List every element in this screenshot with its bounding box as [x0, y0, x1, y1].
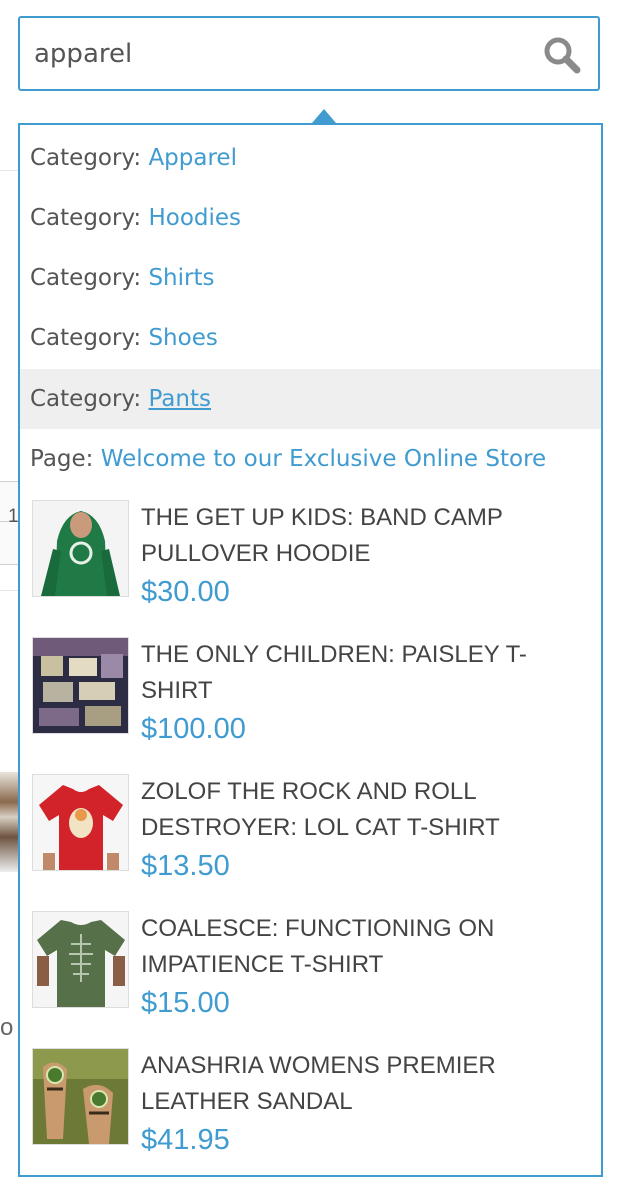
suggestion-page-welcome[interactable]: Page: Welcome to our Exclusive Online St… [20, 429, 601, 489]
background-product-image [0, 772, 18, 872]
product-result[interactable]: THE GET UP KIDS: BAND CAMP PULLOVER HOOD… [20, 500, 601, 637]
product-result[interactable]: ANASHRIA WOMENS PREMIER LEATHER SANDAL $… [20, 1048, 601, 1185]
product-name[interactable]: THE ONLY CHILDREN: PAISLEY T-SHIRT [141, 637, 581, 709]
product-name[interactable]: THE GET UP KIDS: BAND CAMP PULLOVER HOOD… [141, 500, 581, 572]
product-result[interactable]: COALESCE: FUNCTIONING ON IMPATIENCE T-SH… [20, 911, 601, 1048]
search-box [18, 16, 600, 91]
suggestion-kind: Category: [30, 205, 149, 231]
product-price: $13.50 [141, 850, 230, 882]
suggestion-kind: Category: [30, 325, 149, 351]
product-thumbnail[interactable] [32, 911, 129, 1008]
product-thumbnail[interactable] [32, 500, 129, 597]
paisley-tshirt-image [33, 638, 128, 733]
background-text-fragment: o [0, 1014, 14, 1041]
product-price: $15.00 [141, 987, 230, 1019]
suggestion-category-pants[interactable]: Category: Pants [20, 369, 601, 429]
product-thumbnail[interactable] [32, 774, 129, 871]
suggestion-kind: Category: [30, 386, 149, 412]
search-input[interactable] [34, 35, 534, 73]
suggestion-kind: Page: [30, 446, 101, 472]
dropdown-pointer [312, 109, 336, 123]
suggestion-category-shoes[interactable]: Category: Shoes [20, 308, 601, 368]
suggestion-link[interactable]: Welcome to our Exclusive Online Store [101, 446, 546, 472]
suggestion-category-shirts[interactable]: Category: Shirts [20, 248, 601, 308]
product-result[interactable]: THE ONLY CHILDREN: PAISLEY T-SHIRT $100.… [20, 637, 601, 774]
suggestion-link[interactable]: Shirts [148, 265, 214, 291]
green-hoodie-image [33, 501, 128, 596]
suggestion-link[interactable]: Shoes [148, 325, 217, 351]
product-result[interactable]: ZOLOF THE ROCK AND ROLL DESTROYER: LOL C… [20, 774, 601, 911]
suggestion-link[interactable]: Apparel [148, 145, 237, 171]
sandals-image [33, 1049, 128, 1144]
product-price: $30.00 [141, 576, 230, 608]
suggestion-kind: Category: [30, 265, 149, 291]
background-divider [0, 170, 20, 171]
green-tshirt-image [33, 912, 128, 1007]
autocomplete-dropdown: Category: Apparel Category: Hoodies Cate… [18, 123, 603, 1177]
product-price: $100.00 [141, 713, 246, 745]
suggestion-category-apparel[interactable]: Category: Apparel [20, 128, 601, 188]
product-name[interactable]: ZOLOF THE ROCK AND ROLL DESTROYER: LOL C… [141, 774, 581, 846]
search-icon[interactable] [542, 35, 582, 75]
red-tshirt-image [33, 775, 128, 870]
product-name[interactable]: ANASHRIA WOMENS PREMIER LEATHER SANDAL [141, 1048, 581, 1120]
product-thumbnail[interactable] [32, 637, 129, 734]
suggestion-link[interactable]: Pants [148, 386, 211, 412]
suggestion-category-hoodies[interactable]: Category: Hoodies [20, 188, 601, 248]
product-thumbnail[interactable] [32, 1048, 129, 1145]
background-divider [0, 590, 20, 591]
background-quantity-value: 1 [8, 506, 19, 527]
suggestion-kind: Category: [30, 145, 149, 171]
product-price: $41.95 [141, 1124, 230, 1156]
product-name[interactable]: COALESCE: FUNCTIONING ON IMPATIENCE T-SH… [141, 911, 581, 983]
suggestion-link[interactable]: Hoodies [148, 205, 241, 231]
